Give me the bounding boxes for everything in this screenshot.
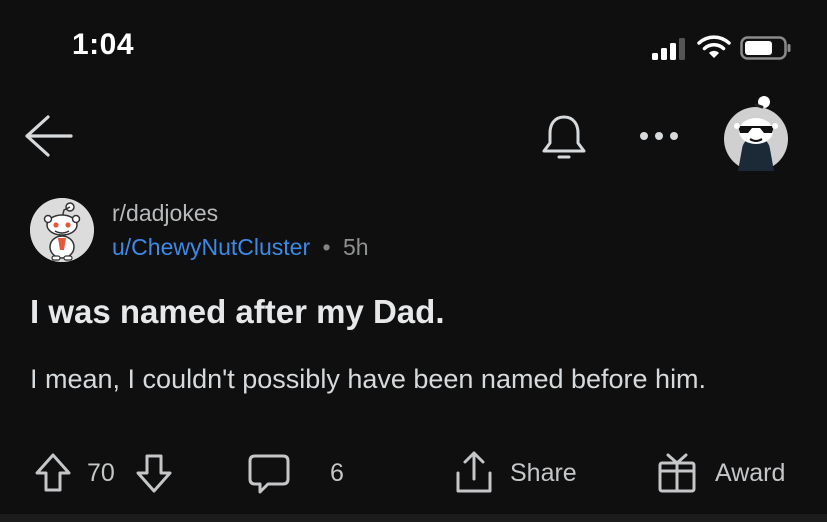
post-body: I mean, I couldn't possibly have been na… [30,364,707,394]
post-header: r/dadjokes u/ChewyNutCluster • 5h [0,195,827,270]
nav-bar [0,95,827,180]
subreddit-name[interactable]: r/dadjokes [112,200,218,227]
meta-separator: • [322,234,331,260]
back-arrow-icon[interactable] [22,113,74,159]
subreddit-avatar[interactable] [30,198,94,262]
wifi-icon [697,35,731,58]
more-options-icon[interactable] [638,129,680,143]
share-button-label[interactable]: Share [510,445,577,501]
share-icon[interactable] [452,445,496,501]
bell-icon[interactable] [540,113,588,163]
status-time: 1:04 [72,28,135,61]
upvote-icon[interactable] [33,445,73,501]
battery-icon [740,36,791,60]
downvote-icon[interactable] [134,445,174,501]
post-title: I was named after my Dad. [30,293,445,330]
award-button-label[interactable]: Award [715,445,785,501]
comment-count[interactable]: 6 [330,445,344,501]
status-bar: 1:04 [0,0,827,90]
divider [0,514,827,522]
post-age: 5h [342,234,369,260]
author-username[interactable]: u/ChewyNutCluster [112,234,310,260]
snoo-icon [30,198,94,262]
post-meta: u/ChewyNutCluster • 5h [112,234,369,261]
award-gift-icon[interactable] [656,445,698,501]
cellular-signal-icon [652,38,685,60]
comment-icon[interactable] [246,445,292,501]
vote-count: 70 [87,458,115,487]
user-avatar[interactable] [722,95,790,175]
post-action-bar: 70 6 Share Award [0,445,827,505]
